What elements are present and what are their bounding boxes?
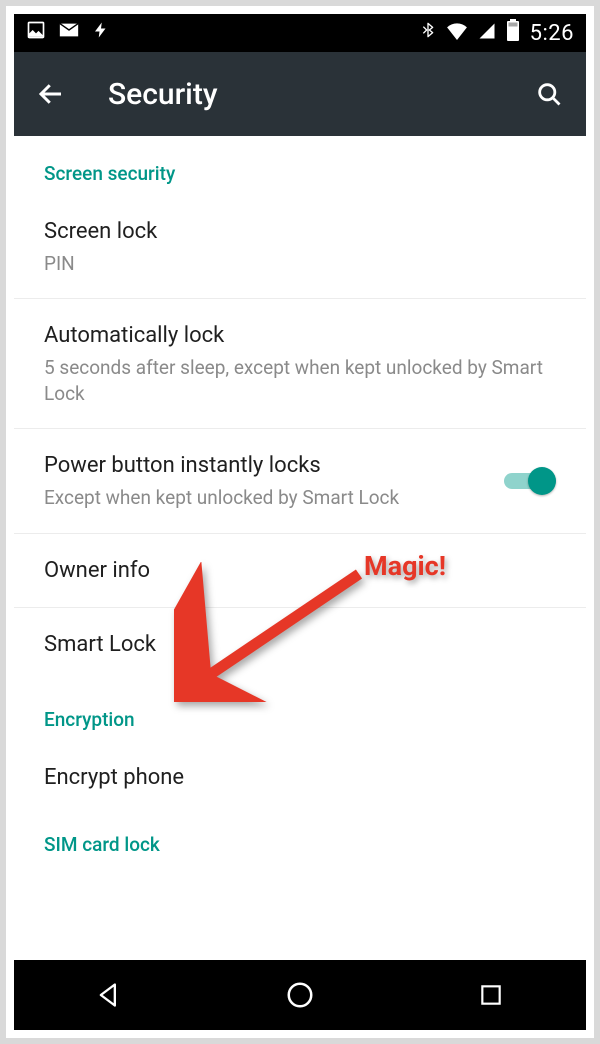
search-button[interactable] bbox=[532, 77, 566, 111]
section-header-sim-card-lock: SIM card lock bbox=[14, 815, 586, 866]
row-power-button-locks[interactable]: Power button instantly locks Except when… bbox=[14, 429, 586, 533]
row-subtitle: Except when kept unlocked by Smart Lock bbox=[44, 485, 504, 511]
mail-icon bbox=[58, 19, 80, 47]
page-title: Security bbox=[108, 77, 218, 112]
row-subtitle: PIN bbox=[44, 251, 556, 277]
row-title: Automatically lock bbox=[44, 321, 556, 351]
row-screen-lock[interactable]: Screen lock PIN bbox=[14, 195, 586, 299]
section-header-screen-security: Screen security bbox=[14, 136, 586, 195]
status-bar: 5:26 bbox=[14, 14, 586, 52]
row-title: Owner info bbox=[44, 556, 556, 586]
cell-signal-icon bbox=[478, 21, 496, 46]
system-nav-bar bbox=[14, 960, 586, 1030]
row-subtitle: 5 seconds after sleep, except when kept … bbox=[44, 355, 556, 406]
toggle-thumb bbox=[528, 467, 556, 495]
nav-back-button[interactable] bbox=[89, 975, 129, 1015]
row-title: Power button instantly locks bbox=[44, 451, 504, 481]
row-title: Encrypt phone bbox=[44, 763, 556, 793]
section-header-encryption: Encryption bbox=[14, 682, 586, 741]
row-smart-lock[interactable]: Smart Lock bbox=[14, 608, 586, 682]
nav-recent-button[interactable] bbox=[471, 975, 511, 1015]
row-encrypt-phone[interactable]: Encrypt phone bbox=[14, 741, 586, 815]
row-title: Screen lock bbox=[44, 217, 556, 247]
bluetooth-icon bbox=[420, 19, 436, 47]
row-owner-info[interactable]: Owner info bbox=[14, 534, 586, 609]
back-button[interactable] bbox=[34, 77, 68, 111]
clock-text: 5:26 bbox=[530, 21, 574, 46]
settings-content: Screen security Screen lock PIN Automati… bbox=[14, 136, 586, 960]
row-automatically-lock[interactable]: Automatically lock 5 seconds after sleep… bbox=[14, 299, 586, 429]
picture-icon bbox=[26, 20, 46, 46]
wifi-icon bbox=[446, 21, 468, 46]
row-title: Smart Lock bbox=[44, 630, 556, 660]
nav-home-button[interactable] bbox=[280, 975, 320, 1015]
bolt-icon bbox=[92, 20, 110, 46]
app-toolbar: Security bbox=[14, 52, 586, 136]
battery-icon bbox=[506, 19, 520, 47]
toggle-power-button-locks[interactable] bbox=[504, 467, 556, 495]
